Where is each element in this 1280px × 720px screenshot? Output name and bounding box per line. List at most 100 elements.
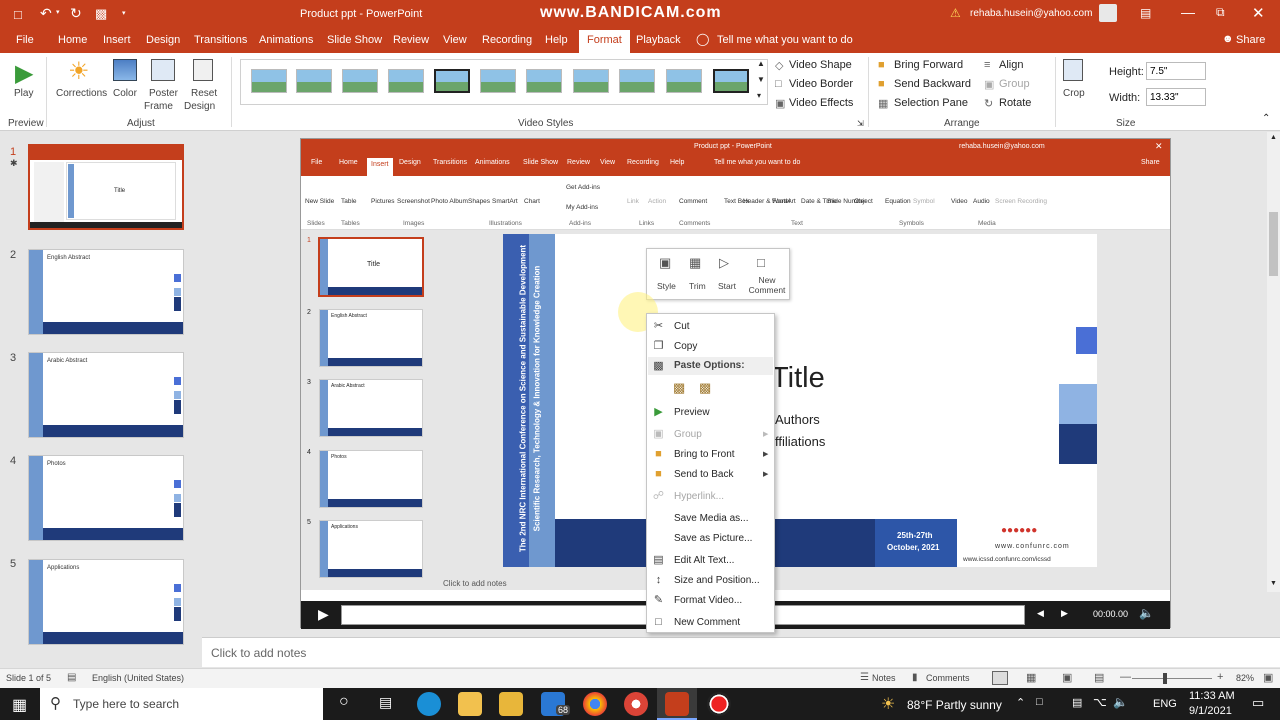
undo-icon[interactable]: ↶ [40, 5, 52, 22]
rotate-button[interactable]: Rotate [999, 97, 1031, 109]
poster-frame-button[interactable]: Poster [149, 88, 178, 99]
tray-chevron-icon[interactable]: ⌃ [1016, 696, 1025, 709]
powerpoint-taskbar-active[interactable] [657, 688, 697, 720]
tab-format[interactable]: Format [579, 30, 630, 53]
vertical-scrollbar[interactable]: ▲ ▼ [1267, 132, 1280, 592]
avatar[interactable] [1099, 4, 1117, 22]
edge-icon[interactable] [417, 692, 441, 716]
video-style-8[interactable] [573, 69, 609, 93]
tab-help[interactable]: Help [545, 34, 568, 46]
scroll-down-icon[interactable]: ▼ [1270, 580, 1277, 587]
video-style-2[interactable] [296, 69, 332, 93]
gallery-scroll-down-icon[interactable]: ▼ [757, 75, 765, 84]
scroll-up-icon[interactable]: ▲ [1270, 134, 1277, 141]
selection-pane-button[interactable]: Selection Pane [894, 97, 968, 109]
video-style-7[interactable] [526, 69, 562, 93]
scroll-thumb[interactable] [1269, 212, 1278, 276]
video-style-3[interactable] [342, 69, 378, 93]
slide-thumbnail[interactable]: Applications [28, 559, 184, 645]
slide-thumbnail[interactable]: Photos [28, 455, 184, 541]
tab-slide-show[interactable]: Slide Show [327, 34, 382, 46]
minimize-icon[interactable]: — [1181, 4, 1195, 20]
slideshow-icon[interactable]: ▤ [1094, 671, 1104, 684]
task-view-icon[interactable]: ▤ [379, 694, 392, 711]
send-backward-button[interactable]: Send Backward [894, 78, 971, 90]
clock-time[interactable]: 11:33 AM [1189, 690, 1235, 702]
video-volume-icon[interactable]: 🔈 [1139, 606, 1154, 620]
align-button[interactable]: Align [999, 59, 1023, 71]
group-button[interactable]: Group [999, 78, 1030, 90]
tab-design[interactable]: Design [146, 34, 180, 46]
corrections-button[interactable]: Corrections [56, 88, 107, 99]
tab-view[interactable]: View [443, 34, 467, 46]
video-style-11[interactable] [713, 69, 749, 93]
video-back-icon[interactable]: ◀ [1037, 608, 1044, 619]
video-play-icon[interactable]: ▶ [318, 606, 329, 623]
video-style-1[interactable] [251, 69, 287, 93]
zoom-thumb[interactable] [1163, 673, 1167, 684]
notes-toggle[interactable]: Notes [872, 673, 896, 683]
slide-thumbnail[interactable]: Title [28, 144, 184, 230]
tab-home[interactable]: Home [58, 34, 87, 46]
volume-icon[interactable]: 🔈 [1113, 695, 1128, 709]
video-style-6[interactable] [480, 69, 516, 93]
zoom-level[interactable]: 82% [1236, 673, 1254, 683]
play-button[interactable]: Play [14, 88, 33, 99]
crop-icon[interactable] [1063, 59, 1083, 81]
video-forward-icon[interactable]: ▶ [1061, 608, 1068, 619]
width-input[interactable] [1146, 88, 1206, 106]
network-icon[interactable]: ▤ [1072, 696, 1082, 709]
windows-start-icon[interactable]: ▦ [12, 695, 27, 715]
tab-file[interactable]: File [16, 34, 34, 46]
notification-icon[interactable]: ▭ [1252, 695, 1264, 711]
redo-icon[interactable]: ↻ [70, 5, 82, 22]
tab-transitions[interactable]: Transitions [194, 34, 247, 46]
corrections-icon[interactable]: ☀ [68, 57, 90, 86]
video-styles-launcher-icon[interactable]: ⇲ [857, 119, 864, 128]
slide-thumbnail[interactable]: Arabic Abstract [28, 352, 184, 438]
play-icon[interactable]: ▶ [15, 59, 33, 88]
video-shape-button[interactable]: Video Shape [789, 59, 852, 71]
zoom-in-icon[interactable]: + [1217, 671, 1223, 683]
tell-me-search[interactable]: Tell me what you want to do [717, 34, 853, 46]
comments-toggle[interactable]: Comments [926, 673, 970, 683]
color-button[interactable]: Color [113, 88, 137, 99]
height-input[interactable] [1146, 62, 1206, 80]
undo-dropdown-icon[interactable]: ▾ [56, 8, 60, 16]
clock-date[interactable]: 9/1/2021 [1189, 705, 1232, 717]
video-style-4[interactable] [388, 69, 424, 93]
present-icon[interactable]: ▩ [95, 6, 107, 22]
video-style-5[interactable] [434, 69, 470, 93]
tab-review[interactable]: Review [393, 34, 429, 46]
share-icon[interactable]: ☻ [1222, 33, 1234, 45]
wifi-icon[interactable]: ⌥ [1093, 695, 1107, 709]
reading-view-icon[interactable]: ▣ [1062, 671, 1072, 684]
crop-button[interactable]: Crop [1063, 88, 1085, 99]
video-style-10[interactable] [666, 69, 702, 93]
meet-icon[interactable]: □ [1036, 696, 1043, 708]
close-icon[interactable]: ✕ [1252, 4, 1265, 22]
taskbar-search[interactable]: ⚲ Type here to search [40, 688, 323, 720]
cortana-icon[interactable]: ○ [339, 693, 349, 711]
gallery-scroll-up-icon[interactable]: ▲ [757, 59, 765, 68]
weather-icon[interactable]: ☀ [881, 694, 895, 714]
chrome-profile-icon[interactable] [624, 692, 648, 716]
weather-text[interactable]: 88°F Partly sunny [907, 698, 1002, 712]
spellcheck-icon[interactable]: ▤ [67, 672, 76, 683]
collapse-ribbon-icon[interactable]: ⌃ [1262, 113, 1270, 124]
video-border-button[interactable]: Video Border [789, 78, 853, 90]
store-icon[interactable] [499, 692, 523, 716]
input-language[interactable]: ENG [1153, 698, 1177, 710]
bandicam-icon[interactable] [707, 692, 731, 716]
poster-frame-icon[interactable] [151, 59, 175, 81]
save-icon[interactable]: □ [14, 7, 22, 22]
file-explorer-icon[interactable] [458, 692, 482, 716]
user-account[interactable]: rehaba.husein@yahoo.com [970, 8, 1092, 19]
color-icon[interactable] [113, 59, 137, 81]
tab-playback[interactable]: Playback [636, 34, 681, 46]
language-status[interactable]: English (United States) [92, 673, 184, 683]
reset-design-icon[interactable] [193, 59, 213, 81]
tab-insert[interactable]: Insert [103, 34, 131, 46]
customize-qat-icon[interactable]: ▾ [122, 9, 126, 17]
tab-animations[interactable]: Animations [259, 34, 313, 46]
